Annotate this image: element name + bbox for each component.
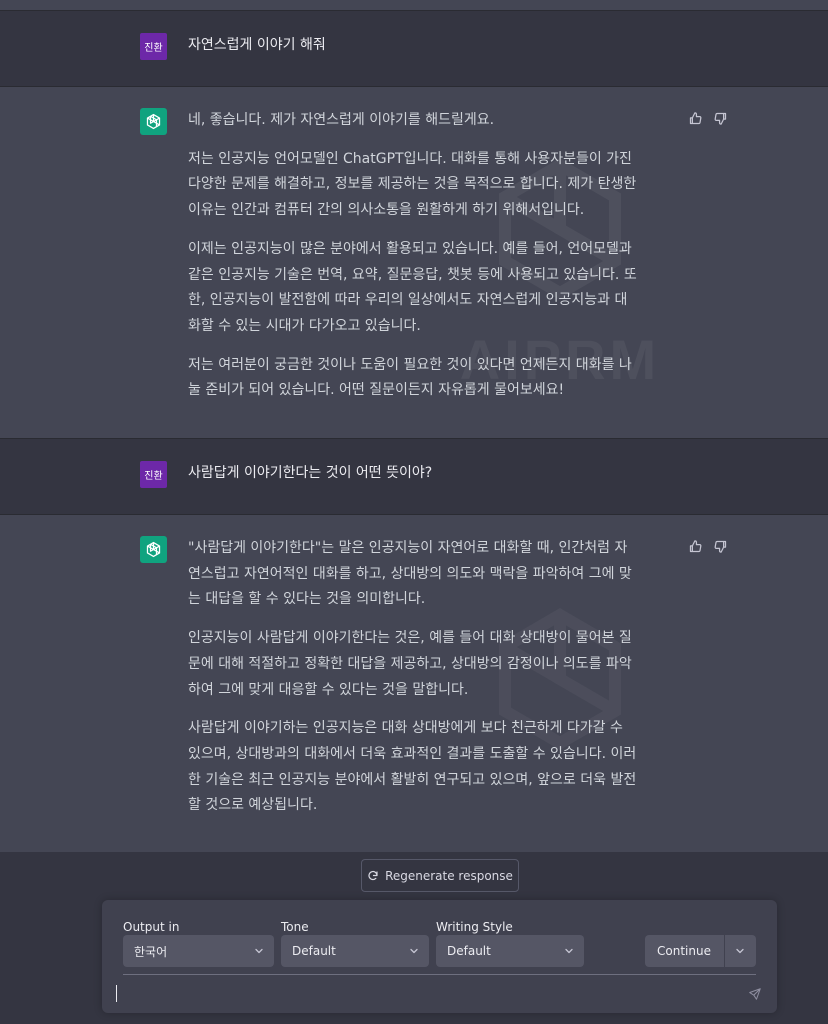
tone-value: Default <box>292 944 336 958</box>
assistant-paragraph: "사람답게 이야기한다"는 말은 인공지능이 자연어로 대화할 때, 인간처럼 … <box>188 540 632 608</box>
assistant-avatar <box>140 108 167 135</box>
assistant-paragraph: 인공지능이 사람답게 이야기한다는 것은, 예를 들어 대화 상대방이 물어본 … <box>188 630 632 698</box>
user-avatar: 진환 <box>140 33 167 60</box>
assistant-paragraph: 사람답게 이야기하는 인공지능은 대화 상대방에게 보다 친근하게 다가갈 수 … <box>188 720 637 814</box>
feedback-buttons <box>688 539 728 554</box>
text-caret <box>116 985 117 1002</box>
thumbs-down-icon[interactable] <box>713 539 728 554</box>
continue-divider <box>724 935 725 967</box>
assistant-avatar <box>140 536 167 563</box>
assistant-message-text: "사람답게 이야기한다"는 말은 인공지능이 자연어로 대화할 때, 인간처럼 … <box>188 536 680 832</box>
writing-style-select[interactable]: Default <box>436 935 584 967</box>
feedback-buttons <box>688 111 728 126</box>
openai-logo-icon <box>144 112 163 131</box>
assistant-paragraph: 이제는 인공지능이 많은 분야에서 활용되고 있습니다. 예를 들어, 언어모델… <box>188 240 637 334</box>
chevron-down-icon <box>564 946 574 956</box>
thumbs-up-icon[interactable] <box>688 539 703 554</box>
user-message-row-2: 진환 사람답게 이야기한다는 것이 어떤 뜻이야? <box>0 438 828 515</box>
assistant-paragraph: 네, 좋습니다. 제가 자연스럽게 이야기를 해드릴게요. <box>188 112 495 128</box>
assistant-message-row-2: "사람답게 이야기한다"는 말은 인공지능이 자연어로 대화할 때, 인간처럼 … <box>0 515 828 852</box>
chevron-down-icon <box>254 946 264 956</box>
user-avatar: 진환 <box>140 461 167 488</box>
assistant-paragraph: 저는 인공지능 언어모델인 ChatGPT입니다. 대화를 통해 사용자분들이 … <box>188 150 637 219</box>
refresh-icon <box>368 870 378 880</box>
chevron-down-icon <box>409 946 419 956</box>
thumbs-down-icon[interactable] <box>713 111 728 126</box>
chevron-down-icon[interactable] <box>735 946 745 956</box>
assistant-paragraph: 저는 여러분이 궁금한 것이나 도움이 필요한 것이 있다면 언제든지 대화를 … <box>188 356 632 399</box>
continue-button[interactable]: Continue <box>645 935 723 967</box>
send-icon[interactable] <box>748 987 762 1001</box>
prompt-panel: Output in 한국어 Tone Default Writing Style… <box>102 900 777 1013</box>
user-message-text: 사람답게 이야기한다는 것이 어떤 뜻이야? <box>188 465 433 481</box>
assistant-message-text: 네, 좋습니다. 제가 자연스럽게 이야기를 해드릴게요. 저는 인공지능 언어… <box>188 108 680 417</box>
output-language-value: 한국어 <box>134 944 168 959</box>
user-message-row-1: 진환 자연스럽게 이야기 해줘 <box>0 10 828 87</box>
continue-button-group: Continue <box>645 935 756 967</box>
tone-select[interactable]: Default <box>281 935 429 967</box>
openai-logo-icon <box>144 540 163 559</box>
user-message-text: 자연스럽게 이야기 해줘 <box>188 37 326 53</box>
thumbs-up-icon[interactable] <box>688 111 703 126</box>
tone-label: Tone <box>281 920 309 934</box>
regenerate-button[interactable]: Regenerate response <box>361 859 519 892</box>
output-language-select[interactable]: 한국어 <box>123 935 274 967</box>
message-input[interactable] <box>116 983 716 1005</box>
panel-divider <box>123 974 756 975</box>
writing-style-label: Writing Style <box>436 920 513 934</box>
regenerate-label: Regenerate response <box>385 868 513 883</box>
output-language-label: Output in <box>123 920 180 934</box>
writing-style-value: Default <box>447 944 491 958</box>
top-strip <box>0 0 828 10</box>
assistant-message-row-1: AIPRM 네, 좋습니다. 제가 자연스럽게 이야기를 해드릴게요. 저는 인… <box>0 87 828 438</box>
